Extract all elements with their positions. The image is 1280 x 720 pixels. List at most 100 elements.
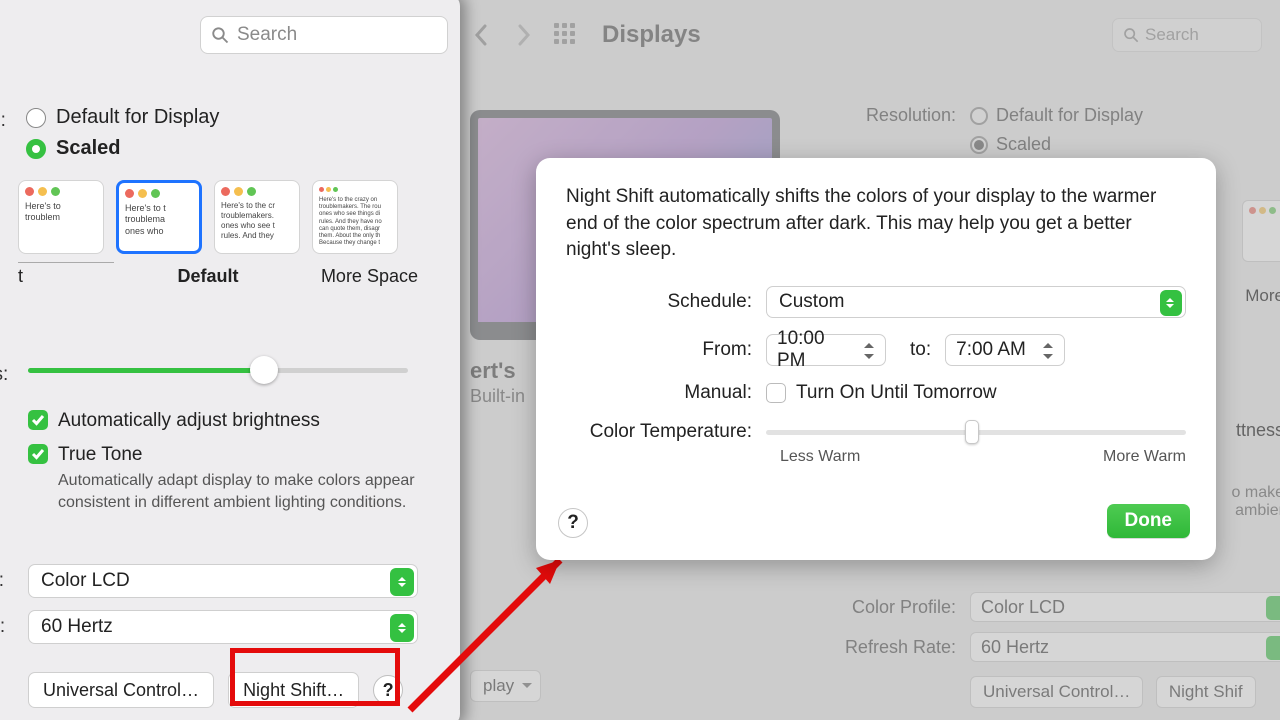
auto-brightness-label: Automatically adjust brightness	[58, 410, 320, 432]
schedule-value: Custom	[779, 291, 844, 313]
bg-color-profile-label: Color Profile:	[820, 597, 970, 618]
bg-night-shift-button[interactable]: Night Shif	[1156, 676, 1256, 708]
bg-display-name: ert's	[470, 358, 516, 384]
bg-radio-scaled[interactable]	[970, 136, 988, 154]
thumb-underline	[18, 262, 114, 263]
manual-checkbox-label: Turn On Until Tomorrow	[796, 382, 997, 404]
stepper-icon	[390, 614, 414, 642]
fg-search-placeholder: Search	[237, 24, 297, 46]
bg-radio-default[interactable]	[970, 107, 988, 125]
bg-refresh-rate-label: Refresh Rate:	[820, 637, 970, 658]
thumb-text: ones who	[125, 226, 193, 237]
radio-default[interactable]	[26, 108, 46, 128]
to-time-field[interactable]: 7:00 AM	[945, 334, 1065, 366]
universal-control-button[interactable]: Universal Control…	[28, 672, 214, 708]
back-button[interactable]	[470, 23, 494, 47]
color-profile-value: Color LCD	[41, 570, 130, 592]
search-icon	[1123, 27, 1139, 43]
from-time-value: 10:00 PM	[777, 328, 855, 372]
to-label: to:	[910, 339, 931, 361]
bg-universal-control-button[interactable]: Universal Control…	[970, 676, 1143, 708]
forward-button[interactable]	[512, 23, 536, 47]
thumb-text: troublemakers.	[221, 211, 293, 221]
brightness-label-cut: ss:	[0, 364, 8, 386]
manual-label: Manual:	[566, 382, 766, 404]
radio-scaled-label: Scaled	[56, 137, 120, 160]
checkbox-auto-brightness[interactable]	[28, 410, 48, 430]
bg-more-space-label: More	[1245, 286, 1280, 306]
checkbox-true-tone[interactable]	[28, 444, 48, 464]
from-time-field[interactable]: 10:00 PM	[766, 334, 886, 366]
radio-default-label: Default for Display	[56, 106, 219, 129]
ct-less-label: Less Warm	[780, 448, 860, 466]
bg-brightness-label-cut: ttness	[1236, 420, 1280, 441]
thumb-4[interactable]: Here's to the crazy on troublemakers. Th…	[312, 180, 398, 254]
fg-search-input[interactable]: Search	[200, 16, 448, 54]
from-label: From:	[566, 339, 766, 361]
search-icon	[211, 26, 229, 44]
brightness-slider[interactable]	[28, 364, 408, 374]
fg-resolution-radiogroup: Default for Display Scaled	[26, 106, 219, 168]
bg-toolbar: Displays Search	[450, 0, 1280, 70]
foreground-displays-panel: Search n: Default for Display Scaled Her…	[0, 0, 460, 720]
bg-search-placeholder: Search	[1145, 25, 1199, 45]
bg-window-title: Displays	[602, 21, 701, 49]
bg-display-popup[interactable]: play	[470, 670, 549, 702]
thumb-text: rules. And they	[221, 231, 293, 241]
help-button[interactable]: ?	[373, 675, 403, 705]
ct-knob[interactable]	[965, 420, 979, 444]
time-stepper[interactable]	[864, 338, 882, 364]
default-label: Default	[118, 266, 298, 287]
thumb-2-selected[interactable]: Here's to t troublema ones who	[116, 180, 202, 254]
manual-checkbox[interactable]	[766, 383, 786, 403]
stepper-icon	[1160, 290, 1182, 316]
ct-more-label: More Warm	[1103, 448, 1186, 466]
thumb-text: ones who see t	[221, 221, 293, 231]
thumb-labels: t Default More Space	[18, 266, 418, 287]
stepper-icon	[1266, 636, 1280, 660]
chevron-down-icon	[522, 683, 532, 693]
true-tone-label: True Tone	[58, 444, 143, 466]
color-temperature-slider[interactable]	[766, 420, 1186, 444]
bg-radio-scaled-label: Scaled	[996, 134, 1051, 155]
bg-color-profile-value: Color LCD	[981, 597, 1065, 618]
done-button[interactable]: Done	[1107, 504, 1191, 538]
bg-thumb-more-space[interactable]	[1242, 200, 1280, 262]
refresh-rate-select[interactable]: 60 Hertz	[28, 610, 418, 644]
thumb-3[interactable]: Here's to the cr troublemakers. ones who…	[214, 180, 300, 254]
bg-color-profile-select[interactable]: Color LCD	[970, 592, 1280, 622]
refresh-rate-value: 60 Hertz	[41, 616, 113, 638]
resolution-thumbnails: Here's to troublem Here's to t troublema…	[18, 180, 398, 254]
to-time-value: 7:00 AM	[956, 339, 1026, 361]
bg-display-popup-label: play	[483, 676, 514, 695]
bg-search-input[interactable]: Search	[1112, 18, 1262, 52]
thumb-text: troublem	[25, 212, 97, 223]
ct-range-labels: Less Warm More Warm	[780, 448, 1186, 466]
grid-icon[interactable]	[554, 23, 578, 47]
bg-display-subtitle: Built-in	[470, 386, 525, 407]
refresh-rate-label-cut: te:	[0, 616, 5, 638]
thumb-text: Here's to the cr	[221, 201, 293, 211]
night-shift-button[interactable]: Night Shift…	[228, 672, 359, 708]
modal-help-button[interactable]: ?	[558, 508, 588, 538]
bg-bottom-controls: Color Profile: Color LCD Refresh Rate: 6…	[820, 592, 1280, 708]
schedule-select[interactable]: Custom	[766, 286, 1186, 318]
color-profile-select[interactable]: Color LCD	[28, 564, 418, 598]
radio-scaled[interactable]	[26, 139, 46, 159]
more-space-label: More Space	[298, 266, 418, 287]
schedule-label: Schedule:	[566, 291, 766, 313]
color-profile-label-cut: le:	[0, 570, 4, 592]
bg-refresh-rate-select[interactable]: 60 Hertz	[970, 632, 1280, 662]
thumb-1[interactable]: Here's to troublem	[18, 180, 104, 254]
true-tone-description: Automatically adapt display to make colo…	[58, 470, 428, 513]
time-stepper[interactable]	[1043, 338, 1061, 364]
slider-knob[interactable]	[250, 356, 278, 384]
night-shift-modal: Night Shift automatically shifts the col…	[536, 158, 1216, 560]
bg-refresh-rate-value: 60 Hertz	[981, 637, 1049, 658]
thumb-text: Here's to	[25, 201, 97, 212]
thumb-text: Here's to t	[125, 203, 193, 214]
color-temperature-label: Color Temperature:	[566, 421, 766, 443]
stepper-icon	[1266, 596, 1280, 620]
bg-resolution-label: Resolution:	[820, 105, 970, 126]
night-shift-intro: Night Shift automatically shifts the col…	[566, 184, 1186, 264]
